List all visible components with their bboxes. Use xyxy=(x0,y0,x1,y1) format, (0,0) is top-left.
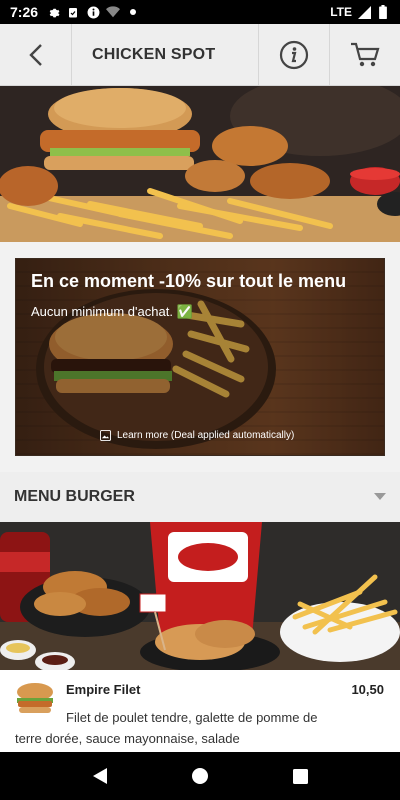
nav-recents-icon[interactable] xyxy=(292,768,308,784)
item-description: Filet de poulet tendre, galette de pomme… xyxy=(15,710,318,746)
item-price: 10,50 xyxy=(351,682,384,697)
wifi-off-icon xyxy=(106,5,121,19)
status-icons-left xyxy=(46,5,140,19)
cart-button[interactable] xyxy=(329,24,400,85)
image-icon xyxy=(100,430,111,441)
signal-icon xyxy=(357,5,371,19)
nav-home-icon[interactable] xyxy=(192,768,209,784)
network-type: LTE xyxy=(330,5,352,19)
hero-image xyxy=(0,86,400,242)
info-icon xyxy=(279,40,309,69)
cart-icon xyxy=(351,42,380,66)
menu-item[interactable]: Empire Filet 10,50 Filet de poulet tendr… xyxy=(0,670,400,752)
learn-more-link[interactable]: Learn more (Deal applied automatically) xyxy=(100,430,294,441)
promo-subtext: Aucun minimum d'achat. ✅ xyxy=(31,304,193,319)
item-name: Empire Filet xyxy=(66,682,141,697)
menu-section-header[interactable]: MENU BURGER xyxy=(0,472,400,522)
battery-icon xyxy=(376,5,390,19)
status-bar: 7:26 LTE xyxy=(0,0,400,24)
page-title: CHICKEN SPOT xyxy=(92,45,216,63)
system-nav-bar xyxy=(0,752,400,800)
promo-headline: En ce moment -10% sur tout le menu xyxy=(31,271,347,291)
clipboard-check-icon xyxy=(66,5,80,19)
learn-more-label: Learn more (Deal applied automatically) xyxy=(117,430,295,441)
category-image xyxy=(0,522,400,670)
notification-dot-icon xyxy=(126,5,140,19)
app-bar: CHICKEN SPOT xyxy=(0,24,400,86)
info-button[interactable] xyxy=(258,24,329,85)
status-icons-right: LTE xyxy=(330,5,390,19)
back-button[interactable] xyxy=(0,24,72,85)
promo-banner[interactable]: En ce moment -10% sur tout le menu Aucun… xyxy=(15,258,385,456)
chevron-left-icon xyxy=(28,43,42,66)
status-time: 7:26 xyxy=(10,4,39,20)
info-circle-icon xyxy=(86,5,100,19)
settings-icon xyxy=(46,5,60,19)
nav-back-icon[interactable] xyxy=(92,767,108,785)
section-title: MENU BURGER xyxy=(14,488,135,505)
caret-down-icon xyxy=(374,493,386,500)
